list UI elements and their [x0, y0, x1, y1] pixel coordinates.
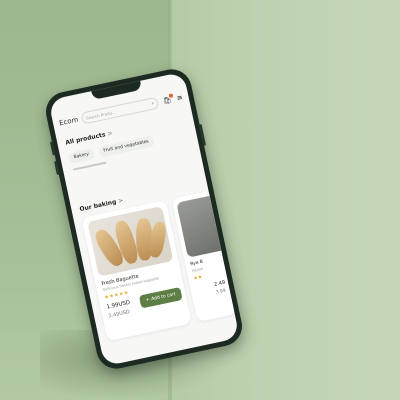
product-old-price: 3.99 [215, 288, 227, 296]
product-rating-stars: ★★★★★ [103, 289, 130, 301]
menu-icon[interactable]: ≡ [176, 93, 183, 102]
add-to-cart-label: Add to cart [150, 292, 177, 303]
all-products-title: All products [64, 131, 107, 147]
app-header: Ecom Search Produ... ⌕ 🛍 ≡ [58, 90, 184, 130]
product-old-price: 3.49USD [107, 309, 131, 320]
chips-scrollbar[interactable] [72, 161, 107, 171]
plus-icon: + [145, 297, 150, 304]
category-chip-bakery[interactable]: Bakery [67, 148, 96, 165]
category-chip-fruit-vegetables[interactable]: Fruit and vegetables [97, 135, 155, 158]
search-icon[interactable]: ⌕ [151, 100, 155, 106]
all-products-heading[interactable]: All products> [65, 130, 113, 147]
chevron-right-icon: > [117, 197, 124, 205]
product-price: 2.49 [213, 279, 226, 288]
cart-badge [168, 93, 174, 99]
chevron-right-icon: > [106, 129, 114, 138]
product-rating-stars: ★★ [192, 274, 203, 282]
product-image-baguette[interactable] [87, 206, 174, 277]
product-description: Health [191, 266, 204, 274]
brand-logo[interactable]: Ecom [58, 116, 79, 128]
search-placeholder: Search Produ... [85, 109, 117, 121]
search-input[interactable]: Search Produ... ⌕ [80, 96, 160, 125]
add-to-cart-button[interactable]: + Add to cart [138, 287, 183, 309]
cart-button[interactable]: 🛍 [162, 93, 174, 106]
